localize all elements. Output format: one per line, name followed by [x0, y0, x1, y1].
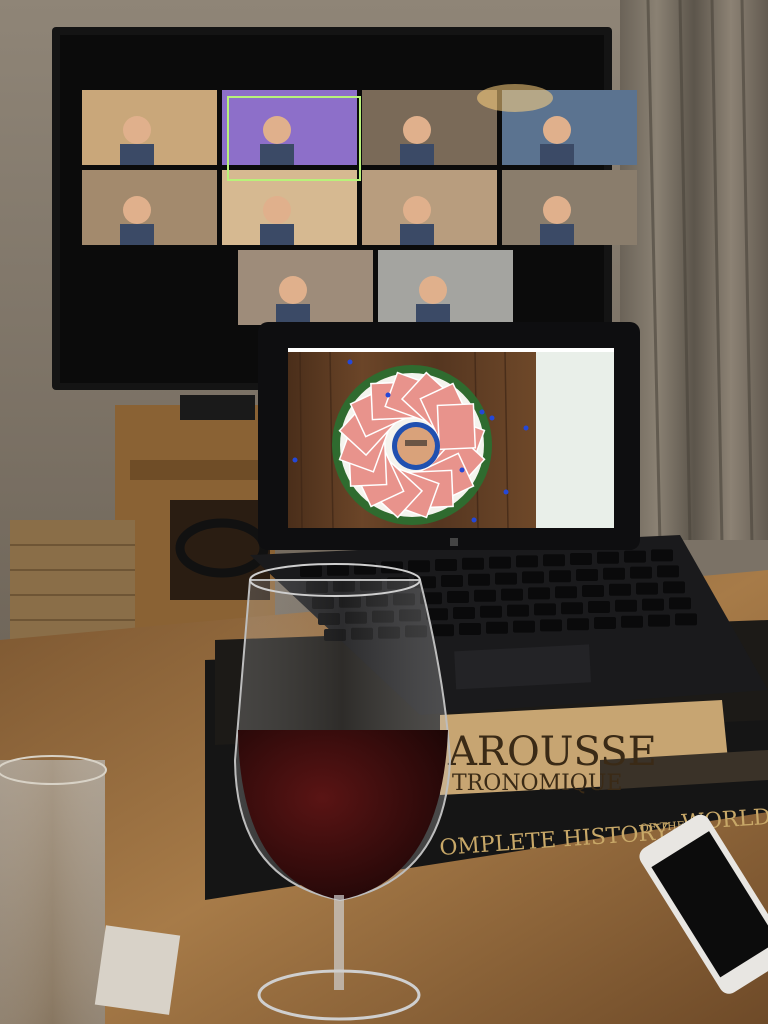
player-marker	[523, 425, 529, 431]
keyboard-key	[651, 549, 673, 562]
participant-body	[540, 224, 574, 245]
cabinet-shelf	[130, 460, 260, 480]
participant-body	[260, 144, 294, 165]
participant-face	[263, 196, 291, 224]
glass-stem	[334, 895, 344, 990]
player-marker	[471, 517, 477, 523]
participant-face	[543, 116, 571, 144]
keyboard-key	[549, 570, 571, 583]
keyboard-key	[624, 550, 646, 563]
keyboard-key	[570, 553, 592, 565]
participant-body	[400, 144, 434, 165]
keyboard-key	[516, 555, 538, 568]
book-top-title: AROUSSE	[447, 729, 657, 775]
coaster	[94, 925, 181, 1015]
keyboard-key	[663, 581, 685, 594]
participant-face	[123, 116, 151, 144]
keyboard-key	[486, 621, 508, 634]
keyboard-key	[474, 589, 496, 602]
keyboard-key	[588, 601, 610, 613]
player-marker	[347, 359, 353, 365]
laptop-trackpad	[454, 644, 592, 690]
keyboard-key	[576, 569, 598, 581]
keyboard-key	[642, 598, 664, 611]
participant-body	[120, 224, 154, 245]
water-glass	[0, 755, 107, 1024]
windows-logo-icon	[450, 538, 458, 546]
keyboard-key	[462, 557, 484, 570]
keyboard-key	[300, 565, 322, 577]
participant-body	[400, 224, 434, 245]
keyboard-key	[507, 604, 529, 617]
keyboard-key	[528, 587, 550, 600]
keyboard-key	[480, 605, 502, 618]
keyboard-key	[495, 572, 517, 585]
player-marker	[385, 392, 391, 398]
keyboard-key	[408, 560, 430, 573]
participant-face	[263, 116, 291, 144]
screen-glare	[477, 84, 553, 112]
participant-face	[403, 196, 431, 224]
keyboard-key	[621, 615, 643, 628]
player-marker	[489, 415, 495, 421]
keyboard-key	[468, 573, 490, 586]
keyboard-key	[327, 563, 349, 576]
avatar-glasses	[405, 440, 427, 446]
player-marker	[479, 409, 485, 415]
keyboard-key	[435, 559, 457, 571]
keyboard-key	[432, 624, 454, 637]
keyboard-key	[615, 599, 637, 612]
keyboard-key	[459, 623, 481, 635]
keyboard-key	[522, 571, 544, 584]
participant-face	[123, 196, 151, 224]
keyboard-key	[543, 554, 565, 567]
player-marker	[292, 457, 298, 463]
participant-body	[276, 304, 310, 325]
participant-body	[260, 224, 294, 245]
participant-face	[419, 276, 447, 304]
keyboard-key	[453, 607, 475, 619]
player-marker	[503, 489, 509, 495]
playing-card	[436, 403, 477, 451]
player-marker	[459, 467, 465, 473]
participant-face	[543, 196, 571, 224]
keyboard-key	[609, 583, 631, 596]
keyboard-key	[501, 588, 523, 601]
tv-stand-foot	[180, 395, 255, 420]
keyboard-key	[669, 597, 691, 610]
keyboard-key	[603, 567, 625, 580]
keyboard-key	[594, 617, 616, 629]
keyboard-key	[636, 582, 658, 595]
keyboard-key	[540, 619, 562, 632]
keyboard-key	[657, 565, 679, 578]
book-top-subtitle: TRONOMIQUE	[452, 771, 622, 796]
keyboard-key	[582, 585, 604, 597]
keyboard-key	[597, 551, 619, 564]
keyboard-key	[513, 620, 535, 633]
game-sidebar	[536, 352, 614, 528]
participant-face	[279, 276, 307, 304]
participant-body	[540, 144, 574, 165]
keyboard-key	[555, 586, 577, 599]
keyboard-key	[648, 614, 670, 627]
participant-face	[403, 116, 431, 144]
participant-body	[416, 304, 450, 325]
participant-body	[120, 144, 154, 165]
keyboard-key	[675, 613, 697, 626]
keyboard-key	[534, 603, 556, 616]
keyboard-key	[561, 602, 583, 615]
keyboard-key	[441, 575, 463, 587]
keyboard-key	[447, 591, 469, 603]
photo-scene: AROUSSE TRONOMIQUE OMPLETE HISTORY OF TH…	[0, 0, 768, 1024]
keyboard-key	[630, 566, 652, 579]
keyboard-key	[489, 556, 511, 569]
keyboard-key	[567, 618, 589, 631]
